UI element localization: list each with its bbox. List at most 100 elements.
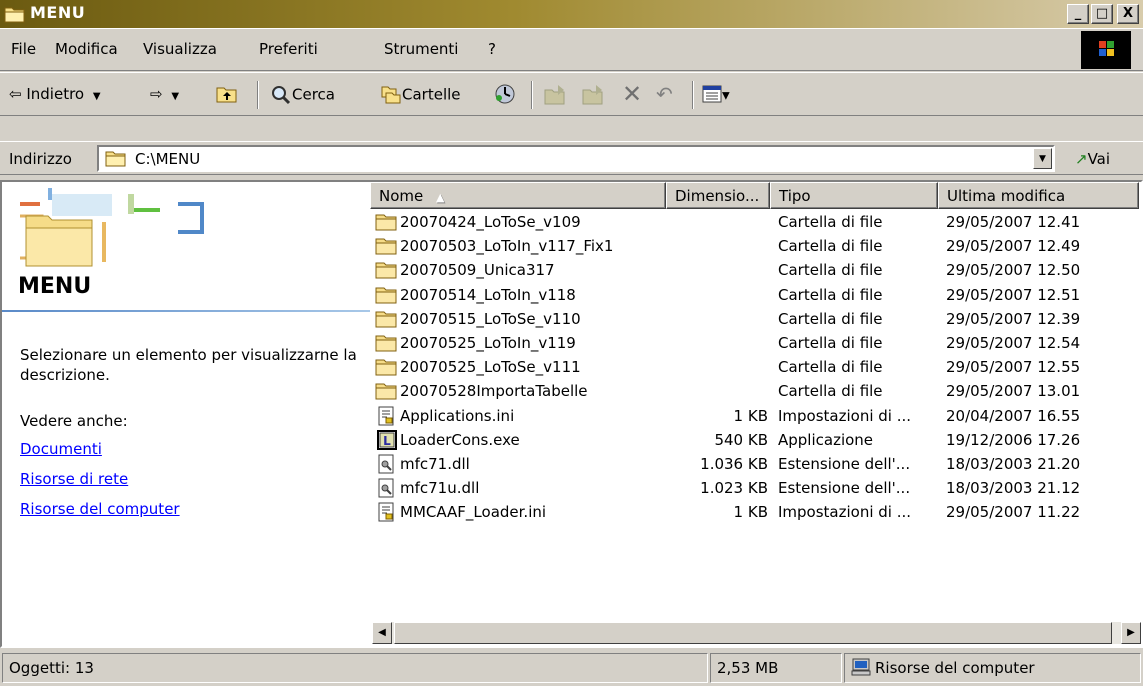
horizontal-scrollbar[interactable]: ◀ ▶ bbox=[372, 622, 1141, 644]
column-header-size[interactable]: Dimensio... bbox=[666, 182, 770, 209]
undo-icon[interactable]: ↶ bbox=[656, 82, 673, 106]
status-bar: Oggetti: 13 2,53 MB Risorse del computer bbox=[0, 650, 1143, 686]
table-row[interactable]: Applications.ini 1 KB Impostazioni di ... 2… bbox=[370, 404, 1141, 428]
column-header-type[interactable]: Tipo bbox=[770, 182, 938, 209]
menu-strumenti[interactable]: Strumenti bbox=[384, 40, 458, 58]
status-zone-label: Risorse del computer bbox=[875, 659, 1035, 677]
move-to-icon[interactable] bbox=[544, 84, 568, 106]
history-icon[interactable] bbox=[493, 83, 517, 105]
menu-preferiti[interactable]: Preferiti bbox=[259, 40, 318, 58]
up-folder-icon[interactable] bbox=[216, 84, 238, 104]
link-risorse-di-rete[interactable]: Risorse di rete bbox=[20, 470, 128, 488]
file-modified-cell: 29/05/2007 12.55 bbox=[946, 358, 1081, 377]
file-type-cell: Cartella di file bbox=[778, 285, 883, 304]
file-type-cell: Cartella di file bbox=[778, 334, 883, 352]
file-type-cell: Impostazioni di ... bbox=[778, 503, 912, 522]
selection-description: Selezionare un elemento per visualizzarn… bbox=[20, 346, 357, 384]
table-row[interactable]: 20070509_Unica317 Cartella di file 29/05/2… bbox=[370, 258, 1141, 282]
views-button[interactable]: ▼ bbox=[702, 84, 730, 104]
standard-toolbar: ⇦ Indietro ▼ ⇨ ▼ Cerca Cartelle ✕ ↶ ▼ bbox=[0, 72, 1143, 116]
table-row[interactable]: mfc71u.dll 1.023 KB Estensione dell'... 18/… bbox=[370, 476, 1141, 500]
file-size-cell: 540 KB bbox=[714, 430, 768, 449]
status-zone: Risorse del computer bbox=[844, 653, 1141, 683]
file-type-cell: Cartella di file bbox=[778, 261, 883, 280]
file-modified-cell: 29/05/2007 12.39 bbox=[946, 309, 1081, 328]
folders-button[interactable]: Cartelle bbox=[380, 85, 461, 105]
file-name-cell: 20070515_LoToSe_v110 bbox=[400, 309, 581, 328]
forward-dropdown-icon[interactable]: ▼ bbox=[171, 91, 179, 102]
file-name-cell: 20070509_Unica317 bbox=[400, 261, 555, 280]
delete-icon[interactable]: ✕ bbox=[622, 80, 642, 108]
file-modified-cell: 19/12/2006 17.26 bbox=[946, 430, 1081, 449]
content-area: MENU Selezionare un elemento per visuali… bbox=[0, 180, 1143, 648]
go-label: Vai bbox=[1087, 150, 1111, 168]
scroll-thumb[interactable] bbox=[394, 622, 1112, 644]
status-object-count: Oggetti: 13 bbox=[2, 653, 708, 683]
link-documenti[interactable]: Documenti bbox=[20, 440, 102, 458]
svg-text:L: L bbox=[383, 434, 391, 448]
my-computer-icon bbox=[851, 658, 871, 676]
table-row[interactable]: mfc71.dll 1.036 KB Estensione dell'... 18/0… bbox=[370, 452, 1141, 476]
window-title: MENU bbox=[30, 3, 86, 22]
forward-arrow-icon: ⇨ bbox=[150, 85, 163, 103]
title-bar[interactable]: MENU _ □ X bbox=[0, 0, 1143, 29]
toolbar-separator bbox=[257, 81, 259, 109]
toolbar-separator bbox=[692, 81, 694, 109]
file-modified-cell: 29/05/2007 11.22 bbox=[946, 503, 1081, 522]
table-row[interactable]: 20070424_LoToSe_v109 Cartella di file 29/0… bbox=[370, 210, 1141, 234]
file-type-cell: Cartella di file bbox=[778, 382, 883, 401]
menu-visualizza[interactable]: Visualizza bbox=[143, 40, 217, 58]
title-divider bbox=[2, 310, 370, 312]
back-dropdown-icon[interactable]: ▼ bbox=[93, 91, 101, 102]
table-row[interactable]: 20070528ImportaTabelle Cartella di file 29… bbox=[370, 379, 1141, 403]
web-view-panel: MENU Selezionare un elemento per visuali… bbox=[2, 182, 372, 646]
file-type-cell: Estensione dell'... bbox=[778, 479, 911, 498]
search-label: Cerca bbox=[292, 85, 335, 104]
link-risorse-del-computer[interactable]: Risorse del computer bbox=[20, 500, 180, 518]
go-button[interactable]: ↗Vai bbox=[1075, 150, 1110, 168]
file-modified-cell: 18/03/2003 21.20 bbox=[946, 455, 1081, 473]
file-type-cell: Estensione dell'... bbox=[778, 455, 911, 473]
menu-modifica[interactable]: Modifica bbox=[55, 40, 118, 58]
minimize-button[interactable]: _ bbox=[1067, 4, 1089, 24]
menu-help[interactable]: ? bbox=[488, 40, 496, 58]
file-type-cell: Applicazione bbox=[778, 430, 874, 449]
close-button[interactable]: X bbox=[1117, 4, 1139, 24]
address-value: C:\MENU bbox=[135, 150, 201, 168]
column-header-modified[interactable]: Ultima modifica bbox=[938, 182, 1139, 209]
file-name-cell: 20070514_LoToIn_v118 bbox=[400, 285, 576, 304]
file-modified-cell: 29/05/2007 12.54 bbox=[946, 334, 1081, 352]
menu-file[interactable]: File bbox=[11, 40, 36, 58]
file-modified-cell: 29/05/2007 12.51 bbox=[946, 285, 1081, 304]
address-dropdown-button[interactable]: ▼ bbox=[1033, 148, 1052, 169]
table-row[interactable]: 20070503_LoToIn_v117_Fix1 Cartella di fil… bbox=[370, 234, 1141, 258]
file-modified-cell: 29/05/2007 12.49 bbox=[946, 237, 1081, 256]
forward-button[interactable]: ⇨ ▼ bbox=[150, 85, 179, 103]
file-size-cell: 1.036 KB bbox=[700, 455, 768, 473]
file-name-cell: Applications.ini bbox=[400, 406, 515, 425]
table-row[interactable]: MMCAAF_Loader.ini 1 KB Impostazioni di ...… bbox=[370, 500, 1141, 524]
address-input[interactable]: C:\MENU ▼ bbox=[97, 145, 1055, 172]
column-header-name[interactable]: Nome ▲ bbox=[370, 182, 666, 209]
table-row[interactable]: 20070525_LoToSe_v111 Cartella di file 29/0… bbox=[370, 355, 1141, 379]
views-dropdown-icon[interactable]: ▼ bbox=[722, 91, 730, 102]
back-label: Indietro bbox=[26, 85, 85, 103]
file-modified-cell: 29/05/2007 12.41 bbox=[946, 213, 1081, 231]
file-type-cell: Cartella di file bbox=[778, 237, 883, 256]
maximize-button[interactable]: □ bbox=[1091, 4, 1113, 24]
scroll-left-button[interactable]: ◀ bbox=[372, 622, 392, 644]
table-row[interactable]: 20070515_LoToSe_v110 Cartella di file 29/0… bbox=[370, 307, 1141, 331]
copy-to-icon[interactable] bbox=[582, 84, 606, 106]
table-row[interactable]: 20070525_LoToIn_v119 Cartella di file 29/0… bbox=[370, 331, 1141, 355]
table-row[interactable]: L LoaderCons.exe 540 KB Applicazione 19/12/2… bbox=[370, 428, 1141, 452]
back-button[interactable]: ⇦ Indietro ▼ bbox=[9, 85, 101, 103]
scroll-right-button[interactable]: ▶ bbox=[1121, 622, 1141, 644]
table-row[interactable]: 20070514_LoToIn_v118 Cartella di file 29/0… bbox=[370, 283, 1141, 307]
toolbar-separator bbox=[531, 81, 533, 109]
search-button[interactable]: Cerca bbox=[270, 85, 335, 105]
file-type-cell: Impostazioni di ... bbox=[778, 406, 912, 425]
folder-title: MENU bbox=[18, 274, 92, 299]
folders-label: Cartelle bbox=[402, 85, 461, 104]
sort-ascending-icon: ▲ bbox=[436, 191, 445, 204]
column-name-label: Nome bbox=[379, 187, 424, 205]
